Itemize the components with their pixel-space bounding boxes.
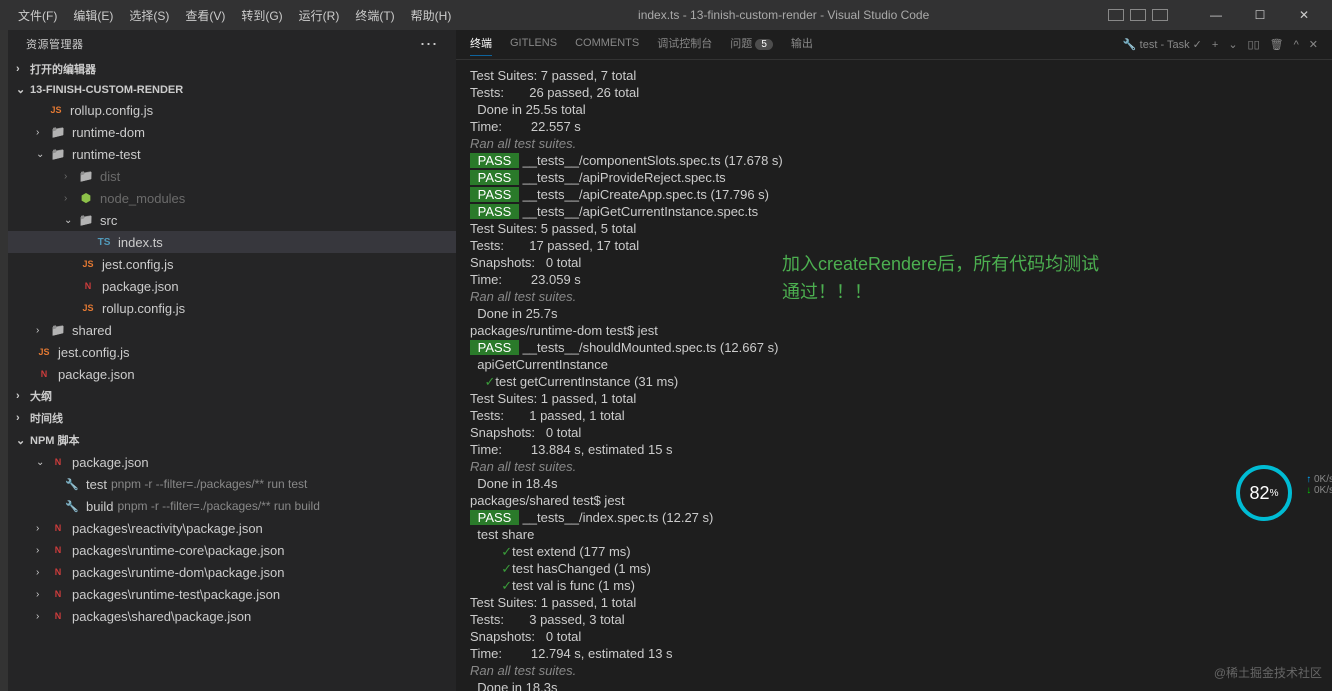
section-project[interactable]: ⌄13-FINISH-CUSTOM-RENDER — [8, 80, 456, 99]
folder-node-modules[interactable]: ›⬢node_modules — [8, 187, 456, 209]
chevron-down-icon[interactable]: ⌄ — [1228, 38, 1237, 51]
menu-file[interactable]: 文件(F) — [10, 7, 65, 24]
activity-bar[interactable] — [0, 30, 8, 691]
tab-gitlens[interactable]: GITLENS — [510, 37, 557, 53]
close-button[interactable]: ✕ — [1284, 8, 1324, 22]
maximize-panel-icon[interactable]: ^ — [1294, 39, 1299, 51]
file-package-json[interactable]: Npackage.json — [8, 275, 456, 297]
folder-dist[interactable]: ›dist — [8, 165, 456, 187]
tab-problems[interactable]: 问题 5 — [730, 35, 773, 55]
menu-run[interactable]: 运行(R) — [291, 7, 348, 24]
net-speed: ↑ 0K/s ↓ 0K/s — [1306, 474, 1332, 496]
npm-p1[interactable]: ›Npackages\reactivity\package.json — [8, 517, 456, 539]
split-icon[interactable]: ▯▯ — [1248, 38, 1260, 51]
section-npm[interactable]: ⌄NPM 脚本 — [8, 429, 456, 451]
section-timeline[interactable]: ›时间线 — [8, 407, 456, 429]
window-controls: — ☐ ✕ — [1108, 8, 1332, 22]
title-bar: 文件(F) 编辑(E) 选择(S) 查看(V) 转到(G) 运行(R) 终端(T… — [0, 0, 1332, 30]
menu-select[interactable]: 选择(S) — [121, 7, 177, 24]
npm-build[interactable]: build pnpm -r --filter=./packages/** run… — [8, 495, 456, 517]
terminal-output[interactable]: Test Suites: 7 passed, 7 total Tests: 26… — [456, 60, 1332, 691]
window-title: index.ts - 13-finish-custom-render - Vis… — [459, 8, 1108, 22]
npm-pkg[interactable]: ⌄Npackage.json — [8, 451, 456, 473]
npm-p5[interactable]: ›Npackages\shared\package.json — [8, 605, 456, 627]
trash-icon[interactable]: 🗑 — [1270, 38, 1284, 51]
panel-tabs: 终端 GITLENS COMMENTS 调试控制台 问题 5 输出 🔧 test… — [456, 30, 1332, 60]
cpu-gauge: 82% — [1236, 465, 1292, 521]
menu-bar: 文件(F) 编辑(E) 选择(S) 查看(V) 转到(G) 运行(R) 终端(T… — [0, 7, 459, 24]
section-open-editors[interactable]: ›打开的编辑器 — [8, 58, 456, 80]
folder-runtime-test[interactable]: ⌄runtime-test — [8, 143, 456, 165]
explorer-header: 资源管理器 ⋯ — [8, 30, 456, 58]
file-jest-root[interactable]: JSjest.config.js — [8, 341, 456, 363]
npm-test[interactable]: test pnpm -r --filter=./packages/** run … — [8, 473, 456, 495]
folder-src[interactable]: ⌄src — [8, 209, 456, 231]
terminal-pane: 终端 GITLENS COMMENTS 调试控制台 问题 5 输出 🔧 test… — [456, 30, 1332, 691]
minimize-button[interactable]: — — [1196, 8, 1236, 22]
explorer-panel: 资源管理器 ⋯ ›打开的编辑器 ⌄13-FINISH-CUSTOM-RENDER… — [8, 30, 456, 691]
new-terminal-icon[interactable]: + — [1212, 39, 1218, 51]
file-rollup[interactable]: JSrollup.config.js — [8, 99, 456, 121]
npm-p3[interactable]: ›Npackages\runtime-dom\package.json — [8, 561, 456, 583]
file-pkg-root[interactable]: Npackage.json — [8, 363, 456, 385]
tab-comments[interactable]: COMMENTS — [575, 37, 639, 53]
file-jest-config[interactable]: JSjest.config.js — [8, 253, 456, 275]
task-label[interactable]: 🔧 test - Task ✓ — [1123, 38, 1202, 51]
folder-runtime-dom[interactable]: ›runtime-dom — [8, 121, 456, 143]
menu-edit[interactable]: 编辑(E) — [65, 7, 121, 24]
menu-terminal[interactable]: 终端(T) — [347, 7, 402, 24]
menu-view[interactable]: 查看(V) — [177, 7, 233, 24]
tab-output[interactable]: 输出 — [791, 35, 813, 55]
npm-p4[interactable]: ›Npackages\runtime-test\package.json — [8, 583, 456, 605]
menu-help[interactable]: 帮助(H) — [403, 7, 460, 24]
maximize-button[interactable]: ☐ — [1240, 8, 1280, 22]
more-icon[interactable]: ⋯ — [420, 39, 439, 49]
folder-shared[interactable]: ›shared — [8, 319, 456, 341]
file-index-ts[interactable]: TSindex.ts — [8, 231, 456, 253]
layout-icons[interactable] — [1108, 9, 1168, 21]
tab-debug[interactable]: 调试控制台 — [657, 35, 712, 55]
tab-terminal[interactable]: 终端 — [470, 35, 492, 56]
annotation-text: 加入createRendere后，所有代码均测试通过！！！ — [782, 250, 1099, 306]
watermark: @稀土掘金技术社区 — [1214, 664, 1322, 681]
npm-p2[interactable]: ›Npackages\runtime-core\package.json — [8, 539, 456, 561]
menu-go[interactable]: 转到(G) — [233, 7, 290, 24]
section-outline[interactable]: ›大纲 — [8, 385, 456, 407]
file-rollup-2[interactable]: JSrollup.config.js — [8, 297, 456, 319]
close-panel-icon[interactable]: ✕ — [1309, 38, 1318, 51]
